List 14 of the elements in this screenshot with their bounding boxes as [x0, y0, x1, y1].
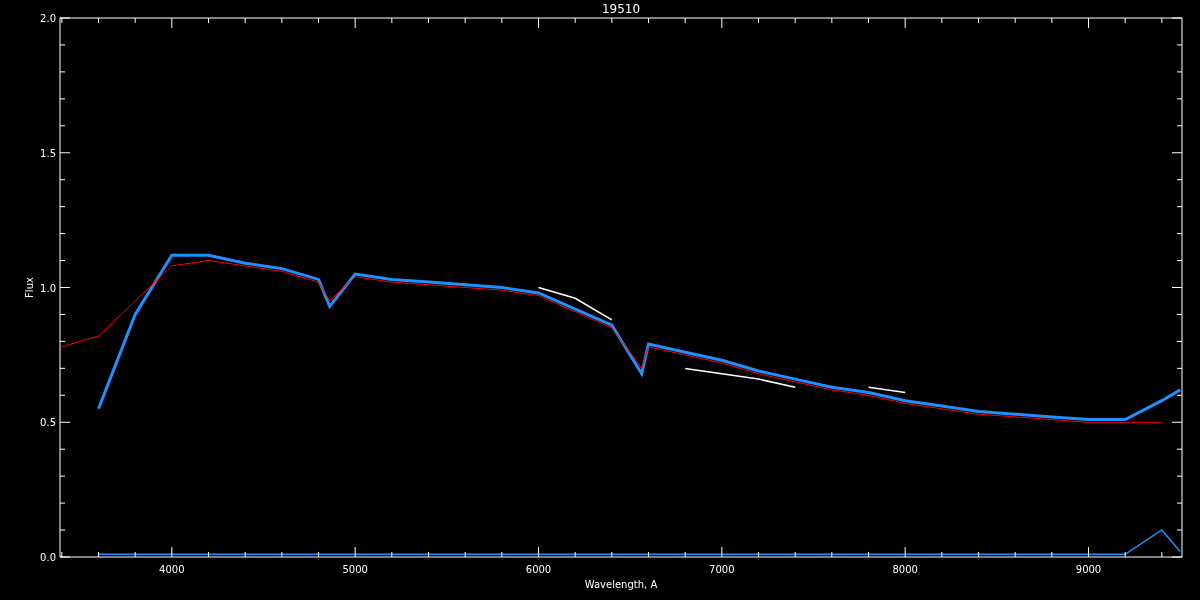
y-tick-label: 0.0 — [40, 552, 56, 563]
x-tick-label: 9000 — [1075, 564, 1102, 575]
y-tick-label: 1.5 — [40, 147, 56, 159]
x-axis-label: Wavelength, A — [584, 579, 658, 590]
y-tick-label: 2.0 — [40, 13, 56, 24]
x-tick-label: 5000 — [342, 564, 368, 575]
x-tick-label: 8000 — [892, 564, 918, 575]
x-tick-label: 6000 — [525, 564, 552, 575]
x-tick-label: 4000 — [159, 564, 185, 575]
x-tick-label: 7000 — [709, 564, 735, 575]
y-tick-label: 0.5 — [40, 417, 56, 429]
y-tick-label: 1.0 — [40, 282, 56, 294]
chart-title: 19510 — [601, 2, 641, 16]
y-axis-label: Flux — [24, 277, 35, 298]
